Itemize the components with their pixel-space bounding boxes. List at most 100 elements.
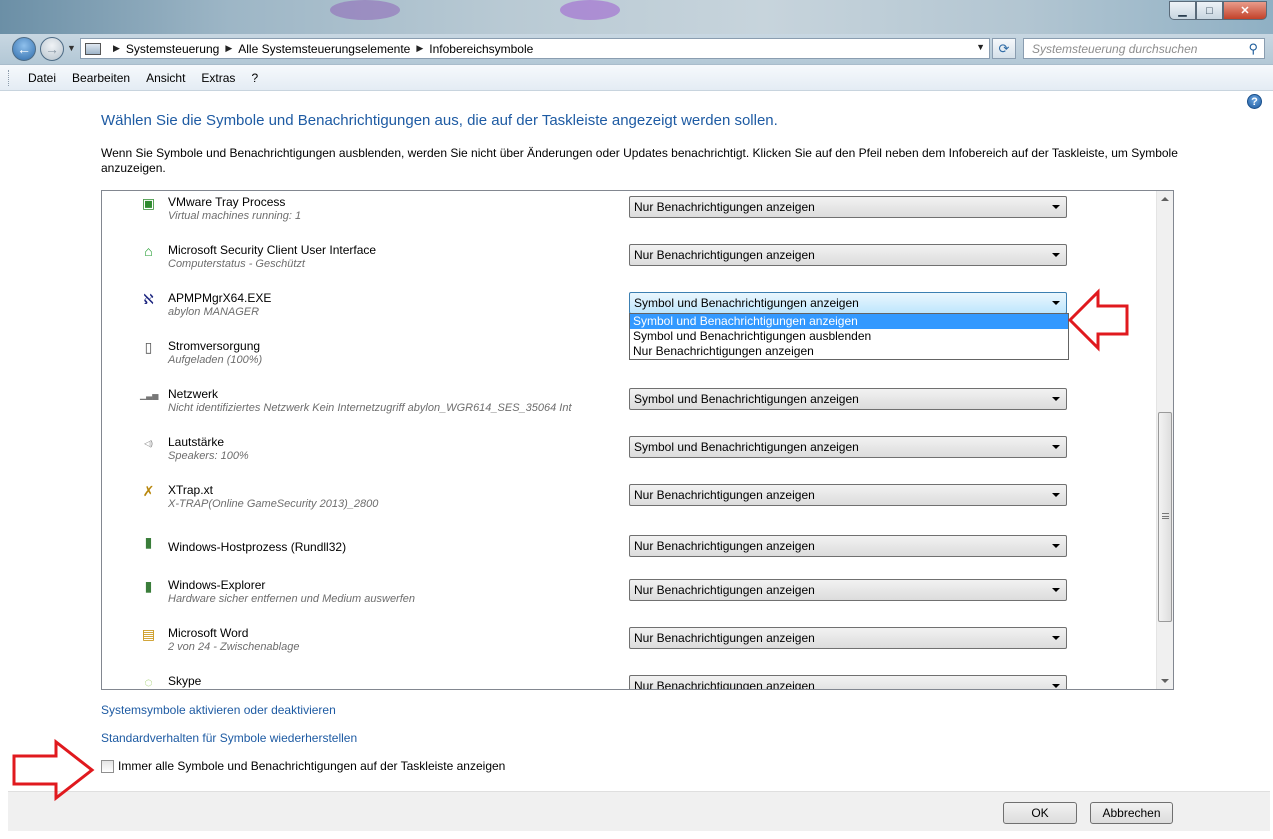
chevron-down-icon[interactable] — [1052, 445, 1060, 449]
address-history-chevron-down-icon[interactable]: ▼ — [976, 42, 985, 52]
wallpaper-flare — [560, 0, 620, 20]
scroll-thumb[interactable] — [1158, 412, 1172, 622]
list-item-status: Computerstatus - Geschützt — [168, 258, 305, 270]
behavior-select-value: Symbol und Benachrichtigungen anzeigen — [634, 392, 859, 406]
search-icon[interactable]: ⚲ — [1248, 41, 1258, 57]
behavior-select[interactable]: Nur Benachrichtigungen anzeigen — [629, 484, 1067, 506]
scroll-up-arrow-icon[interactable] — [1161, 197, 1169, 201]
list-item-name: Netzwerk — [168, 387, 219, 401]
back-button[interactable]: ← — [12, 37, 36, 61]
chevron-down-icon[interactable] — [1052, 636, 1060, 640]
list-item: ✗ XTrap.xt X-TRAP(Online GameSecurity 2013… — [102, 479, 1157, 527]
breadcrumb-separator-icon[interactable]: ▶ — [225, 43, 232, 54]
behavior-select[interactable]: Symbol und Benachrichtigungen anzeigen — [629, 436, 1067, 458]
chevron-down-icon[interactable] — [1052, 301, 1060, 305]
list-item-name: APMPMgrX64.EXE — [168, 291, 272, 305]
chevron-down-icon[interactable] — [1052, 493, 1060, 497]
list-item-status: Aufgeladen (100%) — [168, 354, 263, 366]
toolbar-grip — [8, 70, 10, 86]
behavior-select[interactable]: Symbol und Benachrichtigungen anzeigen — [629, 292, 1067, 314]
menu-ansicht[interactable]: Ansicht — [138, 71, 193, 85]
chevron-down-icon[interactable] — [1052, 205, 1060, 209]
thumb-grip-icon — [1162, 513, 1169, 519]
recent-pages-chevron-down-icon[interactable]: ▼ — [67, 43, 76, 53]
breadcrumb-separator-icon[interactable]: ▶ — [416, 43, 423, 54]
menu-bearbeiten[interactable]: Bearbeiten — [64, 71, 138, 85]
search-placeholder: Systemsteuerung durchsuchen — [1032, 41, 1198, 56]
title-bar: ▁ □ ✕ — [0, 0, 1273, 34]
behavior-dropdown-list[interactable]: Symbol und Benachrichtigungen anzeigen S… — [629, 313, 1069, 360]
breadcrumb-separator-icon[interactable]: ▶ — [113, 43, 120, 54]
checkbox-box[interactable] — [101, 759, 114, 773]
dropdown-option-hide[interactable]: Symbol und Benachrichtigungen ausblenden — [630, 329, 1068, 344]
behavior-select-value: Nur Benachrichtigungen anzeigen — [634, 200, 815, 214]
list-item-name: Stromversorgung — [168, 339, 261, 353]
behavior-select[interactable]: Nur Benachrichtigungen anzeigen — [629, 675, 1067, 690]
behavior-select[interactable]: Nur Benachrichtigungen anzeigen — [629, 244, 1067, 266]
behavior-select-value: Nur Benachrichtigungen anzeigen — [634, 679, 815, 690]
system-icons-link[interactable]: Systemsymbole aktivieren oder deaktivier… — [101, 703, 336, 717]
list-item-status: 2 von 24 - Zwischenablage — [168, 641, 300, 653]
restore-defaults-link[interactable]: Standardverhalten für Symbole wiederhers… — [101, 731, 357, 745]
notification-icons-list[interactable]: ◌ SkypeSkype (Sie sind nicht angemeldet. … — [101, 190, 1174, 690]
menu-datei[interactable]: Datei — [20, 71, 64, 85]
control-panel-icon — [85, 42, 101, 55]
dropdown-option-show[interactable]: Symbol und Benachrichtigungen anzeigen — [630, 314, 1068, 329]
chevron-down-icon[interactable] — [1052, 588, 1060, 592]
chevron-down-icon[interactable] — [1052, 684, 1060, 688]
abylon-manager-icon: ℵ — [143, 291, 154, 307]
minimize-button[interactable]: ▁ — [1169, 1, 1196, 20]
behavior-select[interactable]: Nur Benachrichtigungen anzeigen — [629, 627, 1067, 649]
close-button[interactable]: ✕ — [1223, 1, 1267, 20]
dialog-button-bar: OK Abbrechen — [8, 791, 1270, 831]
search-input[interactable]: Systemsteuerung durchsuchen ⚲ — [1023, 38, 1265, 59]
forward-button[interactable]: → — [40, 37, 64, 61]
menu-extras[interactable]: Extras — [193, 71, 243, 85]
list-item-name: XTrap.xt — [168, 483, 213, 497]
behavior-select[interactable]: Nur Benachrichtigungen anzeigen — [629, 535, 1067, 557]
list-item-name: Microsoft Word — [168, 626, 249, 640]
refresh-icon: ⟳ — [998, 40, 1010, 56]
list-item-status: Speakers: 100% — [168, 450, 249, 462]
chevron-down-icon[interactable] — [1052, 253, 1060, 257]
list-item-status: abylon MANAGER — [168, 306, 260, 318]
main-content: ? Wählen Sie die Symbole und Benachricht… — [8, 91, 1270, 791]
window-controls: ▁ □ ✕ — [1169, 1, 1267, 20]
scroll-down-arrow-icon[interactable] — [1161, 679, 1169, 683]
menu-bar: Datei Bearbeiten Ansicht Extras ? — [0, 64, 1273, 91]
behavior-select[interactable]: Nur Benachrichtigungen anzeigen — [629, 196, 1067, 218]
chevron-down-icon[interactable] — [1052, 544, 1060, 548]
behavior-select-value: Nur Benachrichtigungen anzeigen — [634, 583, 815, 597]
dropdown-option-notifications-only[interactable]: Nur Benachrichtigungen anzeigen — [630, 344, 1068, 359]
breadcrumb-alle-elemente[interactable]: Alle Systemsteuerungselemente — [238, 42, 410, 56]
refresh-button[interactable]: ⟳ — [992, 38, 1016, 59]
skype-icon: ◌ — [144, 674, 153, 690]
list-item-status: Virtual machines running: 1 — [168, 210, 302, 222]
list-item: ◁) Lautstärke Speakers: 100% Symbol und Ben… — [102, 431, 1157, 479]
list-item: ▤ Microsoft Word 2 von 24 - Zwischenablage… — [102, 622, 1157, 670]
list-item-name: Windows-Explorer — [168, 578, 266, 592]
checkbox-label[interactable]: Immer alle Symbole und Benachrichtigunge… — [118, 759, 505, 773]
chevron-down-icon[interactable] — [1052, 397, 1060, 401]
list-scrollbar[interactable] — [1156, 191, 1173, 689]
address-bar[interactable]: ▶ Systemsteuerung ▶ Alle Systemsteuerung… — [80, 38, 990, 59]
cancel-button[interactable]: Abbrechen — [1090, 802, 1173, 824]
list-item: ▣ VMware Tray Process Virtual machines run… — [102, 191, 1157, 239]
ok-button[interactable]: OK — [1003, 802, 1077, 824]
help-icon[interactable]: ? — [1247, 94, 1262, 109]
behavior-select[interactable]: Symbol und Benachrichtigungen anzeigen — [629, 388, 1067, 410]
word-clipboard-icon: ▤ — [141, 626, 156, 642]
always-show-all-checkbox[interactable]: Immer alle Symbole und Benachrichtigunge… — [101, 759, 505, 773]
behavior-select-value: Nur Benachrichtigungen anzeigen — [634, 539, 815, 553]
behavior-select-value: Symbol und Benachrichtigungen anzeigen — [634, 296, 859, 310]
behavior-select[interactable]: Nur Benachrichtigungen anzeigen — [629, 579, 1067, 601]
list-item-status: X-TRAP(Online GameSecurity 2013)_2800 — [168, 498, 379, 510]
maximize-button[interactable]: □ — [1196, 1, 1223, 20]
menu-help[interactable]: ? — [243, 71, 266, 85]
breadcrumb-systemsteuerung[interactable]: Systemsteuerung — [126, 42, 219, 56]
behavior-select-value: Nur Benachrichtigungen anzeigen — [634, 488, 815, 502]
breadcrumb-infobereichsymbole[interactable]: Infobereichsymbole — [429, 42, 533, 56]
list-item-name: Lautstärke — [168, 435, 225, 449]
behavior-select-value: Symbol und Benachrichtigungen anzeigen — [634, 440, 859, 454]
wallpaper-flare — [330, 0, 400, 20]
